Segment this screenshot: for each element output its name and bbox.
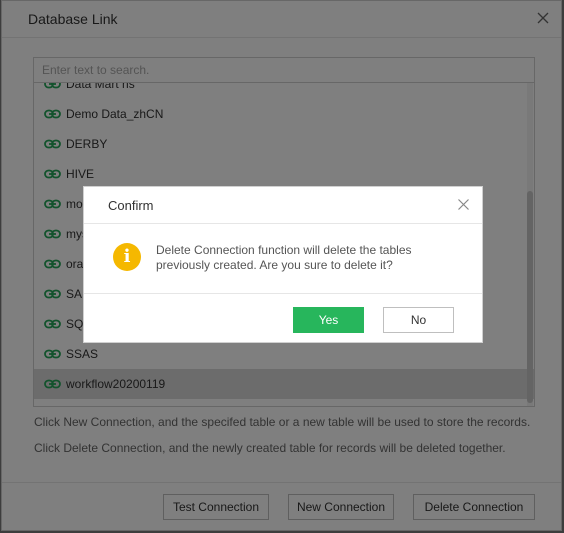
confirm-message: Delete Connection function will delete t…: [156, 243, 412, 272]
no-button[interactable]: No: [383, 307, 454, 333]
confirm-footer: Yes No: [84, 293, 482, 344]
info-icon-glyph: i: [123, 246, 131, 267]
confirm-title: Confirm: [108, 198, 154, 213]
info-icon: i: [113, 243, 141, 271]
close-icon[interactable]: [457, 198, 470, 211]
yes-button[interactable]: Yes: [293, 307, 364, 333]
confirm-dialog: Confirm i Delete Connection function wil…: [83, 186, 483, 343]
confirm-header: Confirm: [84, 187, 482, 224]
